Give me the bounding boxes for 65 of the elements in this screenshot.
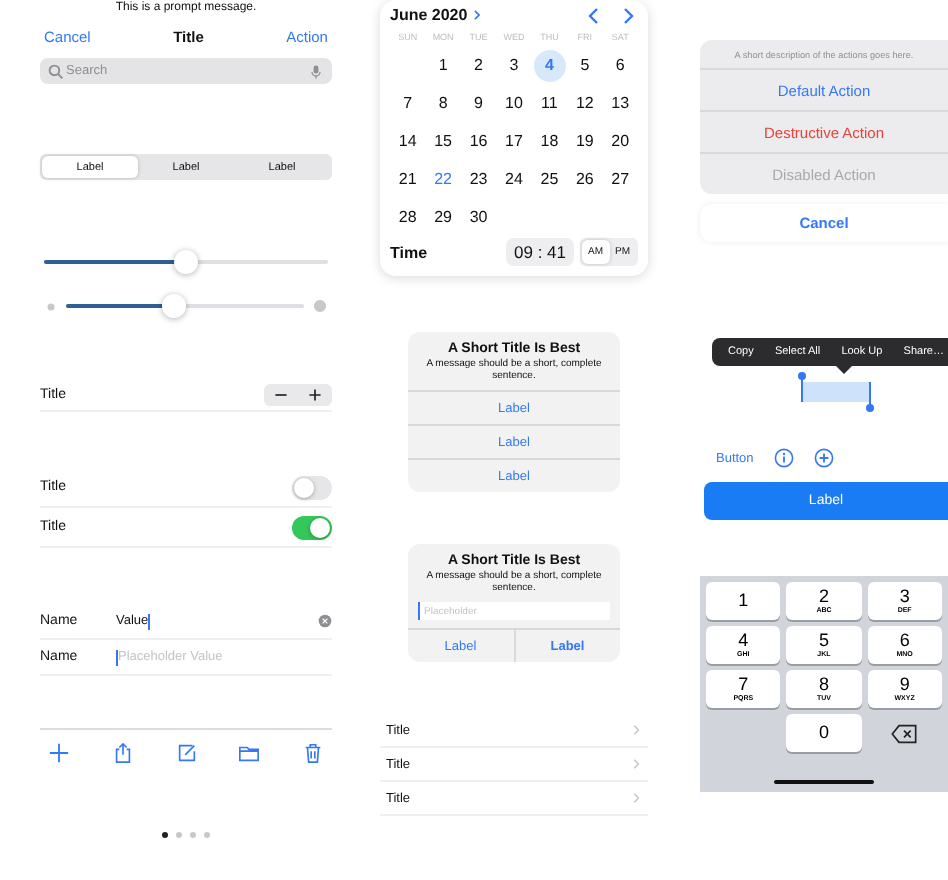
calendar-day[interactable]: 9: [462, 87, 495, 119]
next-month-icon[interactable]: [618, 5, 638, 25]
calendar-day[interactable]: 7: [391, 87, 424, 119]
calendar-day[interactable]: 29: [427, 201, 460, 233]
backspace-icon[interactable]: [890, 723, 919, 743]
calendar-day[interactable]: 13: [604, 87, 637, 119]
small-dot-icon: [44, 299, 58, 313]
calendar-day[interactable]: 30: [462, 201, 495, 233]
calendar-day[interactable]: 5: [568, 49, 601, 81]
calendar-day[interactable]: 15: [427, 125, 460, 157]
chevron-right-icon: [630, 724, 642, 736]
calendar-day[interactable]: 8: [427, 87, 460, 119]
time-field[interactable]: 09 : 41: [506, 238, 574, 266]
calendar-day[interactable]: 11: [533, 87, 566, 119]
slider-thumb[interactable]: [174, 250, 198, 274]
calendar-day[interactable]: 18: [533, 125, 566, 157]
calendar-day[interactable]: 21: [391, 163, 424, 195]
info-icon[interactable]: [773, 448, 794, 468]
chevron-right-icon: [630, 758, 642, 770]
keypad-key[interactable]: 1: [706, 582, 781, 620]
slider[interactable]: [66, 294, 304, 318]
page-dot[interactable]: [204, 832, 210, 838]
chevron-right-icon: [630, 792, 642, 804]
previous-month-icon[interactable]: [584, 5, 604, 25]
calendar-day[interactable]: 20: [604, 125, 637, 157]
slider[interactable]: [44, 250, 328, 274]
page-dot[interactable]: [176, 832, 182, 838]
add-circle-icon[interactable]: [813, 448, 834, 468]
time-label: Time: [390, 243, 428, 261]
page-dot[interactable]: [190, 832, 196, 838]
search-icon: [48, 63, 64, 79]
calendar-day[interactable]: 26: [568, 163, 601, 195]
calendar-day[interactable]: 1: [427, 49, 460, 81]
plus-icon: [308, 387, 322, 401]
calendar-day[interactable]: 6: [604, 49, 637, 81]
calendar-day[interactable]: 2: [462, 49, 495, 81]
plus-icon[interactable]: [48, 742, 70, 764]
microphone-icon[interactable]: [308, 63, 324, 79]
toggle-switch[interactable]: [292, 475, 332, 499]
calendar-day[interactable]: 28: [391, 201, 424, 233]
calendar-day[interactable]: 19: [568, 125, 601, 157]
calendar-day[interactable]: 22: [427, 163, 460, 195]
calendar-day[interactable]: 24: [497, 163, 530, 195]
calendar-day[interactable]: 16: [462, 125, 495, 157]
compose-icon[interactable]: [175, 742, 197, 764]
calendar-day[interactable]: 14: [391, 125, 424, 157]
calendar-day[interactable]: 23: [462, 163, 495, 195]
large-dot-icon: [312, 298, 328, 314]
calendar-day[interactable]: 27: [604, 163, 637, 195]
calendar-day[interactable]: 10: [497, 87, 530, 119]
folder-icon[interactable]: [238, 742, 261, 764]
month-title[interactable]: June 2020: [390, 6, 468, 24]
keypad-key[interactable]: 0: [786, 714, 862, 752]
toggle-switch[interactable]: [292, 515, 332, 539]
chevron-right-icon[interactable]: [469, 8, 484, 22]
calendar-day[interactable]: 12: [568, 87, 601, 119]
calendar-day[interactable]: 17: [497, 125, 530, 157]
calendar-day[interactable]: 25: [533, 163, 566, 195]
trash-icon[interactable]: [302, 742, 324, 764]
slider-thumb[interactable]: [161, 294, 186, 318]
page-dot[interactable]: [162, 832, 168, 838]
home-indicator: [774, 780, 874, 784]
calendar-day[interactable]: 3: [497, 49, 530, 81]
clear-icon[interactable]: [318, 614, 332, 628]
share-icon[interactable]: [111, 742, 134, 764]
